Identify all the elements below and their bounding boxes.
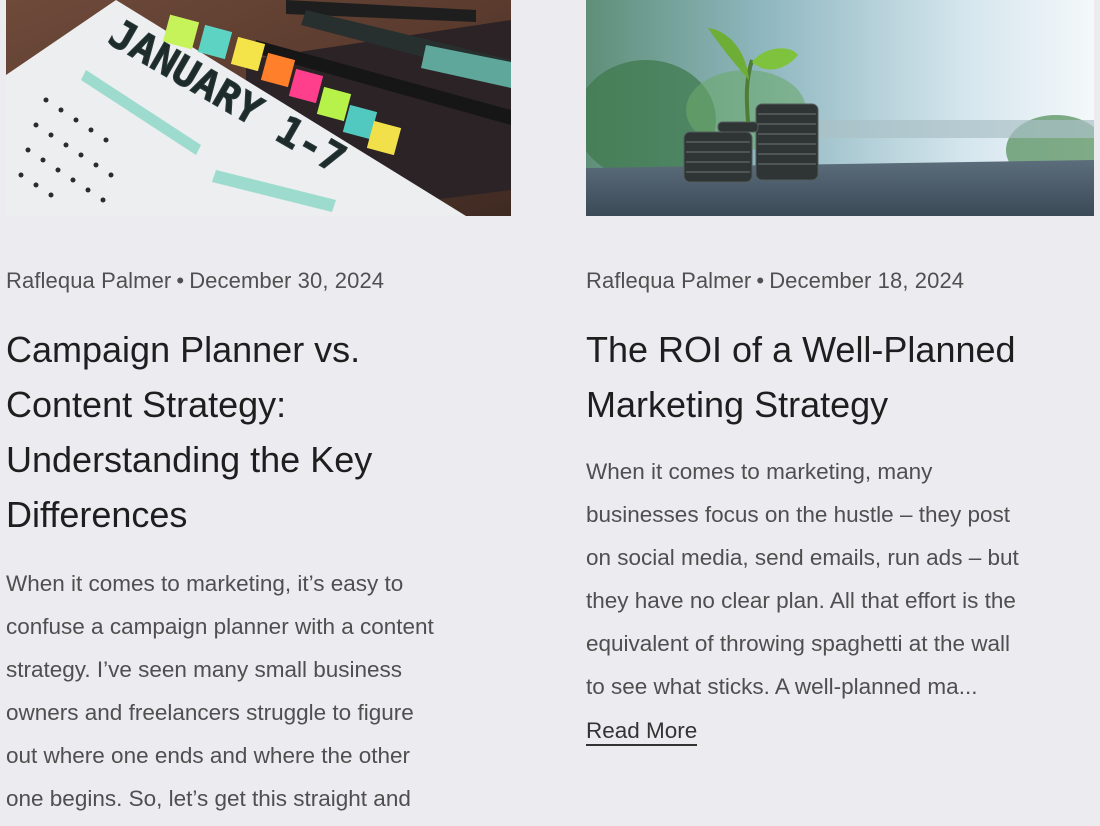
meta-separator: • [176, 268, 185, 293]
post-date: December 30, 2024 [189, 268, 385, 293]
excerpt-line: owners and freelancers struggle to figur… [6, 700, 414, 725]
coins-seedling-image [586, 0, 1094, 216]
post-thumbnail-calendar[interactable]: JANUARY 1-7 [6, 0, 511, 216]
blog-card-roi-marketing: Raflequa Palmer • December 18, 2024 The RO… [586, 0, 1094, 746]
meta-separator: • [756, 268, 765, 293]
post-title-line: Campaign Planner vs. [6, 329, 361, 370]
excerpt-line: one begins. So, let’s get this straight … [6, 786, 411, 811]
excerpt-line: businesses focus on the hustle – they po… [586, 502, 1011, 527]
post-title[interactable]: Campaign Planner vs. Content Strategy: U… [6, 322, 511, 542]
post-title-line: Differences [6, 494, 188, 535]
calendar-planner-image: JANUARY 1-7 [6, 0, 511, 216]
excerpt-line: to see what sticks. A well-planned ma... [586, 674, 978, 699]
post-excerpt: When it comes to marketing, it’s easy to… [6, 562, 511, 820]
post-meta: Raflequa Palmer • December 30, 2024 [6, 268, 511, 294]
excerpt-line: on social media, send emails, run ads – … [586, 545, 1019, 570]
excerpt-line: equivalent of throwing spaghetti at the … [586, 631, 1011, 656]
excerpt-line: When it comes to marketing, many [586, 459, 933, 484]
excerpt-line: confuse a campaign planner with a conten… [6, 614, 434, 639]
blog-card-campaign-planner: JANUARY 1-7 Raflequa Palmer • December 30,… [6, 0, 511, 820]
post-title[interactable]: The ROI of a Well-Planned Marketing Stra… [586, 322, 1094, 432]
post-date: December 18, 2024 [769, 268, 965, 293]
excerpt-line: they have no clear plan. All that effort… [586, 588, 1016, 613]
read-more-link[interactable]: Read More [586, 718, 698, 746]
post-excerpt: When it comes to marketing, many busines… [586, 450, 1094, 708]
post-title-line: The ROI of a Well-Planned [586, 329, 1016, 370]
post-title-line: Understanding the Key [6, 439, 373, 480]
blog-post-grid: JANUARY 1-7 Raflequa Palmer • December 30,… [0, 0, 1100, 826]
excerpt-line: strategy. I’ve seen many small business [6, 657, 403, 682]
excerpt-line: out where one ends and where the other [6, 743, 411, 768]
excerpt-line: When it comes to marketing, it’s easy to [6, 571, 404, 596]
post-thumbnail-coins[interactable] [586, 0, 1094, 216]
post-meta: Raflequa Palmer • December 18, 2024 [586, 268, 1094, 294]
post-title-line: Content Strategy: [6, 384, 287, 425]
post-title-line: Marketing Strategy [586, 384, 889, 425]
post-author[interactable]: Raflequa Palmer [6, 268, 171, 293]
post-author[interactable]: Raflequa Palmer [586, 268, 751, 293]
